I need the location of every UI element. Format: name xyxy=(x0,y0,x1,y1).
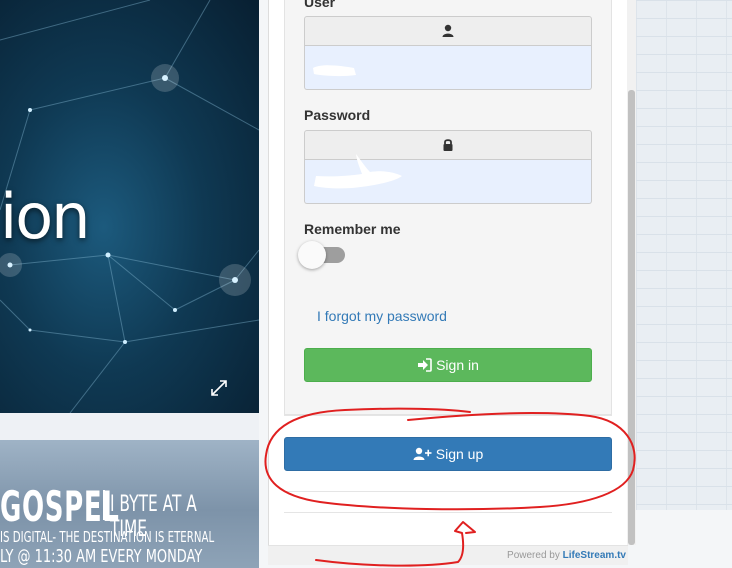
scrollbar-thumb[interactable] xyxy=(628,90,635,545)
redacted-password xyxy=(314,154,402,189)
user-addon xyxy=(304,16,592,46)
remember-me-toggle-knob[interactable] xyxy=(298,241,326,269)
background-gap xyxy=(0,413,259,440)
right-background xyxy=(636,0,732,510)
sign-in-button[interactable]: Sign in xyxy=(304,348,592,382)
hero-background-image: ion xyxy=(0,0,259,413)
remember-me-label: Remember me xyxy=(304,221,401,237)
divider-top xyxy=(284,415,612,416)
gospel-title: GOSPEL xyxy=(0,482,120,531)
sign-in-icon xyxy=(418,358,432,372)
user-icon xyxy=(442,24,454,37)
gospel-subtitle: IS DIGITAL- THE DESTINATION IS ETERNAL xyxy=(0,528,215,546)
hero-title-text: ion xyxy=(0,180,90,253)
password-label: Password xyxy=(304,107,371,123)
powered-by-text: Powered by xyxy=(507,550,563,561)
user-label: User xyxy=(304,0,336,10)
lifestream-link[interactable]: LifeStream.tv xyxy=(563,550,626,561)
sign-up-button[interactable]: Sign up xyxy=(284,437,612,471)
lock-icon xyxy=(443,139,453,151)
user-plus-icon xyxy=(413,447,432,460)
sign-in-label: Sign in xyxy=(436,357,479,373)
gospel-schedule: LY @ 11:30 AM EVERY MONDAY xyxy=(0,546,203,567)
gospel-divider xyxy=(103,490,105,520)
powered-by-footer: Powered by LifeStream.tv xyxy=(268,545,628,565)
forgot-password-link[interactable]: I forgot my password xyxy=(317,308,447,324)
divider-middle xyxy=(284,491,612,492)
expand-icon[interactable] xyxy=(209,378,229,398)
redacted-username xyxy=(313,65,356,77)
gospel-banner: GOSPEL I BYTE AT A TIME IS DIGITAL- THE … xyxy=(0,440,259,568)
sign-up-label: Sign up xyxy=(435,446,484,462)
divider-bottom xyxy=(284,512,612,513)
